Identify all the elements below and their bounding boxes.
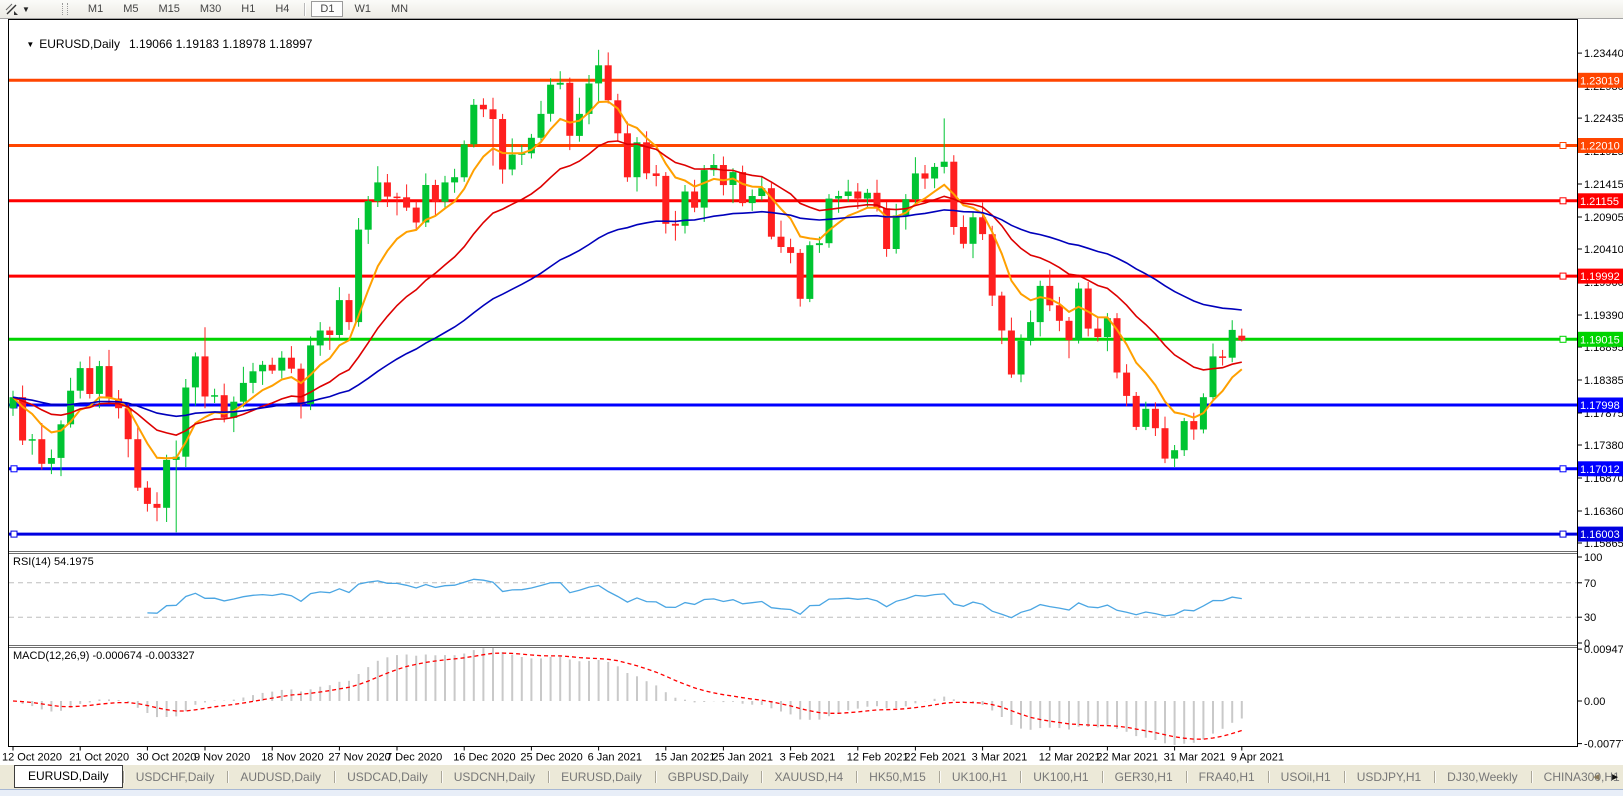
- chart-title-ohlc: 1.19066 1.19183 1.18978 1.18997: [129, 37, 313, 51]
- svg-text:12 Oct 2020: 12 Oct 2020: [2, 752, 62, 764]
- svg-text:1.17998: 1.17998: [1580, 400, 1620, 412]
- svg-text:1.23019: 1.23019: [1580, 75, 1620, 87]
- tab-scroll-right-icon[interactable]: ►: [1610, 773, 1620, 783]
- svg-text:1.20410: 1.20410: [1584, 244, 1623, 256]
- tab-scroll-left-icon[interactable]: ◄: [1591, 773, 1601, 783]
- svg-text:1.21415: 1.21415: [1584, 179, 1623, 191]
- chart-tab-XAUUSD-H4[interactable]: XAUUSD,H4: [761, 768, 856, 787]
- svg-text:1.23440: 1.23440: [1584, 48, 1623, 60]
- svg-text:25 Dec 2020: 25 Dec 2020: [520, 752, 582, 764]
- timeframe-button-W1[interactable]: W1: [345, 1, 380, 17]
- chart-tab-AUDUSD-Daily[interactable]: AUDUSD,Daily: [227, 768, 334, 787]
- chart-tab-GBPUSD-Daily[interactable]: GBPUSD,Daily: [655, 768, 762, 787]
- timeframe-button-M30[interactable]: M30: [191, 1, 230, 17]
- svg-text:1.18385: 1.18385: [1584, 375, 1623, 387]
- chart-tab-UK100-H1[interactable]: UK100,H1: [939, 768, 1020, 787]
- chart-tab-HK50-M15[interactable]: HK50,M15: [856, 768, 939, 787]
- svg-text:12 Mar 2021: 12 Mar 2021: [1039, 752, 1101, 764]
- svg-text:3 Mar 2021: 3 Mar 2021: [972, 752, 1028, 764]
- chart-tab-FRA40-H1[interactable]: FRA40,H1: [1186, 768, 1268, 787]
- date-axis: 12 Oct 2020 21 Oct 2020 30 Oct 20209 Nov 2…: [2, 747, 1284, 764]
- svg-text:1.19992: 1.19992: [1580, 271, 1620, 283]
- chart-window: 1.234401.229301.224351.219251.214151.209…: [0, 19, 1623, 764]
- chart-tab-DJ30-Weekly[interactable]: DJ30,Weekly: [1434, 768, 1530, 787]
- timeframe-button-M15[interactable]: M15: [149, 1, 188, 17]
- svg-text:12 Feb 2021: 12 Feb 2021: [847, 752, 909, 764]
- chart-tab-USDCNH-Daily[interactable]: USDCNH,Daily: [441, 768, 548, 787]
- timeframe-button-H4[interactable]: H4: [266, 1, 298, 17]
- svg-text:1.19390: 1.19390: [1584, 310, 1623, 322]
- chart-title-caret-icon[interactable]: ▼: [26, 40, 34, 49]
- svg-text:1.16003: 1.16003: [1580, 529, 1620, 541]
- chart-tab-USDCAD-Daily[interactable]: USDCAD,Daily: [334, 768, 441, 787]
- svg-text:0.009478: 0.009478: [1584, 644, 1623, 656]
- chart-title-symbol: EURUSD,Daily: [39, 37, 120, 51]
- svg-text:9 Apr 2021: 9 Apr 2021: [1231, 752, 1284, 764]
- svg-text:22 Mar 2021: 22 Mar 2021: [1096, 752, 1158, 764]
- svg-text:1.22435: 1.22435: [1584, 113, 1623, 125]
- svg-text:1.16360: 1.16360: [1584, 506, 1623, 518]
- svg-text:25 Jan 2021: 25 Jan 2021: [712, 752, 773, 764]
- timeframe-button-MN[interactable]: MN: [382, 1, 417, 17]
- svg-text:1.17012: 1.17012: [1580, 464, 1620, 476]
- top-toolbar: ▼ M1M5M15M30H1H4 D1W1MN: [0, 0, 1623, 19]
- rsi-indicator-label: RSI(14) 54.1975: [13, 556, 94, 568]
- svg-text:22 Feb 2021: 22 Feb 2021: [904, 752, 966, 764]
- svg-text:15 Jan 2021: 15 Jan 2021: [655, 752, 716, 764]
- svg-text:-0.007778: -0.007778: [1584, 739, 1623, 751]
- chart-tab-USOil-H1[interactable]: USOil,H1: [1268, 768, 1344, 787]
- timeframe-button-group: M1M5M15M30H1H4 D1W1MN: [78, 1, 418, 17]
- svg-text:1.19015: 1.19015: [1580, 334, 1620, 346]
- svg-text:1.20905: 1.20905: [1584, 212, 1623, 224]
- chart-tab-EURUSD-Daily[interactable]: EURUSD,Daily: [14, 765, 123, 788]
- svg-text:1.21155: 1.21155: [1580, 196, 1619, 208]
- chart-tab-USDCHF-Daily[interactable]: USDCHF,Daily: [123, 768, 228, 787]
- svg-text:21 Oct 2020: 21 Oct 2020: [69, 752, 129, 764]
- toolbar-grip[interactable]: [62, 3, 68, 15]
- svg-text:3 Feb 2021: 3 Feb 2021: [780, 752, 836, 764]
- svg-text:16 Dec 2020: 16 Dec 2020: [453, 752, 515, 764]
- timeframe-button-M5[interactable]: M5: [114, 1, 147, 17]
- svg-text:70: 70: [1584, 578, 1596, 590]
- macd-indicator-label: MACD(12,26,9) -0.000674 -0.003327: [13, 650, 195, 662]
- svg-text:9 Nov 2020: 9 Nov 2020: [194, 752, 250, 764]
- chart-canvas[interactable]: 1.234401.229301.224351.219251.214151.209…: [0, 19, 1623, 764]
- draw-tool-dropdown-caret-icon[interactable]: ▼: [22, 5, 30, 14]
- chart-tabs: EURUSD,DailyUSDCHF,DailyAUDUSD,DailyUSDC…: [14, 765, 1623, 789]
- svg-text:1.17380: 1.17380: [1584, 440, 1623, 452]
- svg-text:7 Dec 2020: 7 Dec 2020: [386, 752, 442, 764]
- svg-text:27 Nov 2020: 27 Nov 2020: [328, 752, 390, 764]
- chart-tab-bar: EURUSD,DailyUSDCHF,DailyAUDUSD,DailyUSDC…: [0, 764, 1623, 789]
- timeframe-button-H1[interactable]: H1: [232, 1, 264, 17]
- chart-tab-UK100-H1[interactable]: UK100,H1: [1020, 768, 1101, 787]
- svg-text:100: 100: [1584, 552, 1602, 564]
- svg-text:6 Jan 2021: 6 Jan 2021: [588, 752, 642, 764]
- chart-tab-USDJPY-H1[interactable]: USDJPY,H1: [1344, 768, 1434, 787]
- draw-tool-icon[interactable]: [3, 1, 21, 17]
- timeframe-button-M1[interactable]: M1: [79, 1, 112, 17]
- chart-tab-GER30-H1[interactable]: GER30,H1: [1102, 768, 1186, 787]
- price-line-badges: 1.23019 1.22010 1.21155 1.19992 1.19015 1.179…: [1578, 73, 1623, 542]
- chart-tab-EURUSD-Daily[interactable]: EURUSD,Daily: [548, 768, 655, 787]
- svg-text:18 Nov 2020: 18 Nov 2020: [261, 752, 323, 764]
- toolbar-divider: [304, 3, 305, 16]
- svg-text:30 Oct 2020: 30 Oct 2020: [136, 752, 196, 764]
- svg-text:1.22010: 1.22010: [1580, 141, 1620, 153]
- svg-text:31 Mar 2021: 31 Mar 2021: [1164, 752, 1226, 764]
- svg-text:30: 30: [1584, 612, 1596, 624]
- timeframe-button-D1[interactable]: D1: [311, 1, 343, 17]
- tab-scroll-buttons: ◄ ►: [1591, 773, 1620, 783]
- chart-title: ▼ EURUSD,Daily 1.19066 1.19183 1.18978 1.1…: [13, 23, 312, 65]
- svg-text:0.00: 0.00: [1584, 696, 1605, 708]
